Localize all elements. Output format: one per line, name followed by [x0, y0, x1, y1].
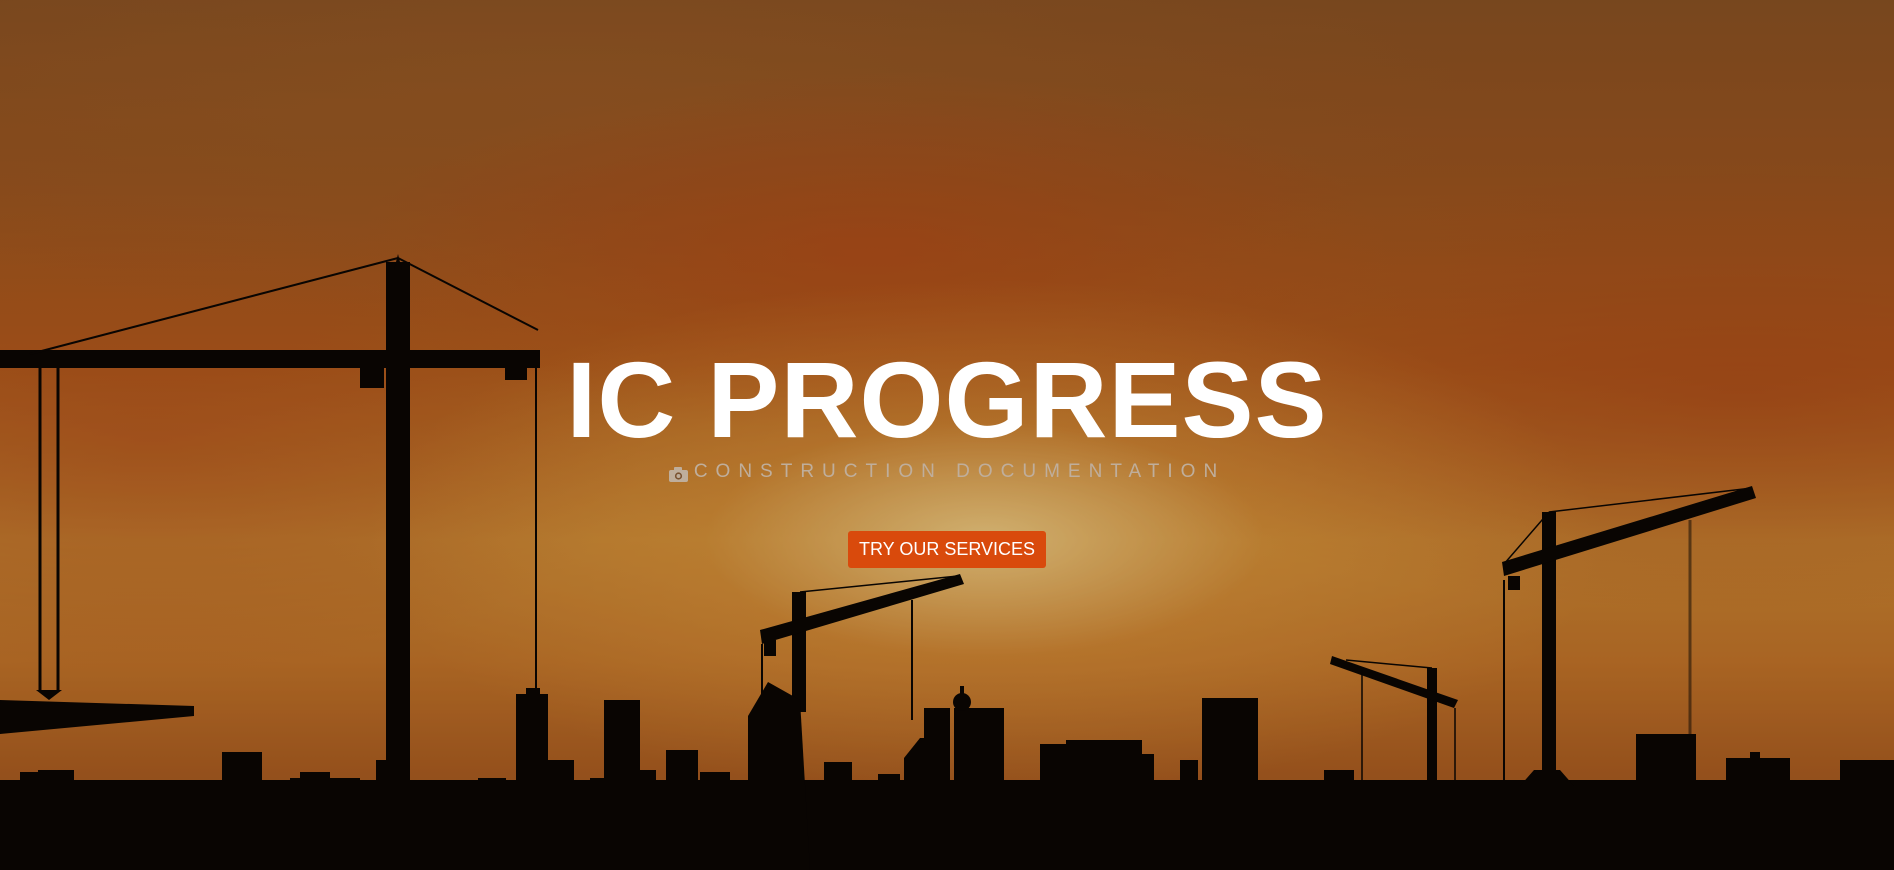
hero-content: IC PROGRESS CONSTRUCTION DOCUMENTATION T… [0, 340, 1894, 568]
subtitle-text: CONSTRUCTION DOCUMENTATION [693, 461, 1226, 482]
try-services-button[interactable]: TRY OUR SERVICES [847, 530, 1047, 568]
camera-icon [668, 465, 688, 482]
hero-section: IC PROGRESS CONSTRUCTION DOCUMENTATION T… [0, 0, 1894, 870]
page-title: IC PROGRESS [566, 339, 1328, 460]
city-buildings [0, 682, 1894, 870]
cta-wrapper: TRY OUR SERVICES [0, 530, 1894, 568]
hero-subtitle: CONSTRUCTION DOCUMENTATION [668, 460, 1226, 484]
